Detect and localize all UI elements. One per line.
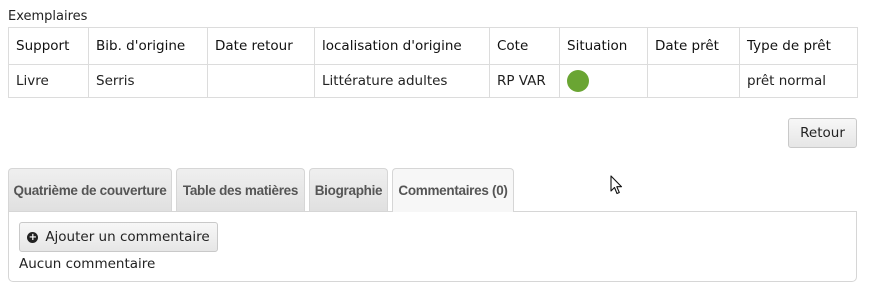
header-type-pret: Type de prêt <box>739 27 858 65</box>
add-comment-button[interactable]: + Ajouter un commentaire <box>19 222 218 252</box>
header-date-retour: Date retour <box>207 27 315 65</box>
cell-support: Livre <box>8 64 89 98</box>
header-support: Support <box>8 27 89 65</box>
header-bib-origine: Bib. d'origine <box>88 27 208 65</box>
no-comment-text: Aucun commentaire <box>19 256 156 272</box>
exemplaires-table: Support Bib. d'origine Date retour local… <box>8 27 858 98</box>
header-cote: Cote <box>489 27 560 65</box>
cell-situation <box>559 64 648 98</box>
retour-button[interactable]: Retour <box>788 118 857 148</box>
cell-date-retour <box>207 64 315 98</box>
header-date-pret: Date prêt <box>647 27 740 65</box>
cell-bib-origine: Serris <box>88 64 208 98</box>
tab-quatrieme-couverture[interactable]: Quatrième de couverture <box>8 168 172 211</box>
mouse-cursor-icon <box>610 175 623 195</box>
comments-panel: + Ajouter un commentaire Aucun commentai… <box>8 211 857 282</box>
header-localisation: localisation d'origine <box>314 27 490 65</box>
cell-localisation: Littérature adultes <box>314 64 490 98</box>
cell-type-pret: prêt normal <box>739 64 858 98</box>
tab-table-matieres[interactable]: Table des matières <box>176 168 305 211</box>
cell-cote: RP VAR <box>489 64 560 98</box>
plus-circle-icon: + <box>27 231 39 243</box>
header-situation: Situation <box>559 27 648 65</box>
add-comment-label: Ajouter un commentaire <box>45 229 210 245</box>
cell-date-pret <box>647 64 740 98</box>
section-title: Exemplaires <box>8 9 88 24</box>
table-row: Livre Serris Littérature adultes RP VAR … <box>8 64 858 98</box>
tab-commentaires[interactable]: Commentaires (0) <box>392 168 514 212</box>
status-available-dot <box>567 70 589 92</box>
tab-biographie[interactable]: Biographie <box>309 168 388 211</box>
table-header-row: Support Bib. d'origine Date retour local… <box>8 27 858 65</box>
